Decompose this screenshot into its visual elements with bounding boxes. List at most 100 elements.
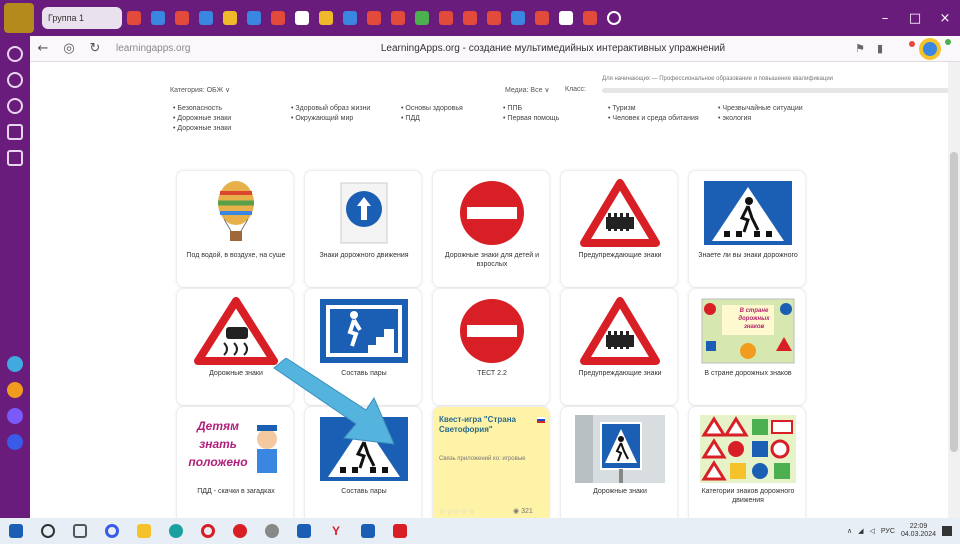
music-icon[interactable] [7,382,23,398]
downloads-icon[interactable] [7,98,23,114]
tab-icon-8[interactable] [319,11,333,25]
back-icon[interactable]: ← [30,41,56,56]
aria-icon[interactable] [7,434,23,450]
minimize-button[interactable]: – [870,11,900,26]
system-tray: ∧ ◢ ◁ РУС 22:09 04.03.2024 [847,523,960,539]
app-icon[interactable] [393,524,407,538]
start-icon[interactable] [9,524,23,538]
no-entry-sign-icon [443,297,541,365]
network-icon[interactable]: ◢ [858,527,863,535]
app-tile[interactable]: Квест-игра "Страна Светофория" Связь при… [432,406,550,518]
topic-link[interactable]: Здоровый образ жизни [291,104,383,114]
level-label: Класс: [565,86,586,93]
app-tile[interactable]: Предупреждающие знаки [560,170,678,288]
tray-arrow-icon[interactable]: ∧ [847,527,852,535]
tab-icon-17[interactable] [535,11,549,25]
edge-icon[interactable] [169,524,183,538]
url-field[interactable]: learningapps.org [116,43,256,54]
bookmarks-icon[interactable] [7,72,23,88]
app-tile[interactable]: Знаете ли вы знаки дорожного [688,170,806,288]
app-tile[interactable]: Под водой, в воздухе, на суше [176,170,294,288]
topic-link[interactable]: Окружающий мир [291,114,383,124]
tab-icon-7[interactable] [271,11,285,25]
volume-icon[interactable]: ◁ [870,527,875,535]
app-tile[interactable]: ТЕСТ 2.2 [432,288,550,406]
tab-icon-15[interactable] [487,11,501,25]
tab-icon-10[interactable] [367,11,381,25]
topic-link[interactable]: ППБ [503,104,559,114]
tab-icon-16[interactable] [511,11,525,25]
topic-link[interactable]: Дорожные знаки [173,114,231,124]
opera-gx-icon[interactable] [233,524,247,538]
translate-icon[interactable]: ⚑ [850,42,870,55]
railroad-crossing-sign-icon [571,297,669,365]
lang-indicator[interactable]: РУС [881,528,895,535]
media-select[interactable]: Медиа: Все ∨ [505,86,550,94]
app-tile[interactable]: Знаки дорожного движения [304,170,422,288]
filter-bar: Категория: ОБЖ ∨ Медиа: Все ∨ Класс: Для… [170,76,948,98]
home-icon[interactable]: ◎ [56,41,82,56]
tab-icon-9[interactable] [343,11,357,25]
app-tile[interactable]: Предупреждающие знаки [560,288,678,406]
clock[interactable]: 22:09 04.03.2024 [901,523,936,539]
category-select[interactable]: Категория: ОБЖ ∨ [170,86,230,94]
tab-group[interactable]: Группа 1 [42,7,122,29]
tab-icon-13[interactable] [439,11,453,25]
tab-icon-1[interactable] [127,11,141,25]
bookmark-icon[interactable]: ▮ [870,42,890,55]
topic-link[interactable]: Туризм [608,104,703,114]
tab-icon-2[interactable] [151,11,165,25]
app-tile[interactable]: В стране дорожных знаков В стране дорожн… [688,288,806,406]
player-icon[interactable] [7,408,23,424]
tab-icon-5[interactable] [223,11,237,25]
settings-icon[interactable] [265,524,279,538]
messenger-icon[interactable] [7,356,23,372]
tab-icon-12[interactable] [415,11,429,25]
tab-icon-19[interactable] [583,11,597,25]
tab-icon-current[interactable] [295,11,309,25]
maximize-button[interactable]: □ [900,11,930,26]
search-icon[interactable] [41,524,55,538]
tab-icon-14[interactable] [463,11,477,25]
paint-icon[interactable] [297,524,311,538]
close-button[interactable]: × [930,11,960,26]
tab-icon-6[interactable] [247,11,261,25]
level-slider[interactable] [602,88,948,93]
tile-caption: ТЕСТ 2.2 [477,370,507,377]
tile-caption: Знаете ли вы знаки дорожного [698,252,798,259]
topic-link[interactable]: экология [718,114,808,124]
tab-icon-18[interactable] [559,11,573,25]
new-tab-icon[interactable] [607,11,621,25]
tile-subtitle: Связь приложений ко: игровые [439,456,526,462]
history-icon[interactable] [7,46,23,62]
windows-taskbar: Y ∧ ◢ ◁ РУС 22:09 04.03.2024 [0,518,960,544]
topic-link[interactable]: Дорожные знаки [173,124,231,134]
tab-icon-4[interactable] [199,11,213,25]
file-explorer-icon[interactable] [137,524,151,538]
topic-link[interactable]: Человек и среда обитания [608,114,703,124]
scrollbar-thumb[interactable] [950,152,958,452]
opera-icon[interactable] [201,524,215,538]
reload-icon[interactable]: ↻ [82,41,108,56]
opera-logo-icon[interactable] [4,3,34,33]
topic-link[interactable]: Безопасность [173,104,231,114]
topic-link[interactable]: Чрезвычайные ситуации [718,104,808,114]
tile-caption: Составь пары [341,488,387,495]
extensions-icon[interactable] [7,150,23,166]
task-view-icon[interactable] [73,524,87,538]
calendar-icon[interactable] [7,124,23,140]
tab-icon-11[interactable] [391,11,405,25]
topic-link[interactable]: ПДД [401,114,463,124]
topic-link[interactable]: Основы здоровья [401,104,462,114]
notifications-icon[interactable] [942,526,952,536]
app-tile[interactable]: Дорожные знаки для детей и взрослых [432,170,550,288]
app-tile[interactable]: Категории знаков дорожного движения [688,406,806,518]
page-scrollbar[interactable] [948,62,960,518]
cortana-icon[interactable] [105,524,119,538]
yandex-icon[interactable]: Y [329,524,343,538]
word-icon[interactable] [361,524,375,538]
app-tile[interactable]: Дорожные знаки [560,406,678,518]
tab-icon-3[interactable] [175,11,189,25]
pedestrian-underpass-sign-icon [315,297,413,365]
topic-link[interactable]: Первая помощь [503,114,559,124]
